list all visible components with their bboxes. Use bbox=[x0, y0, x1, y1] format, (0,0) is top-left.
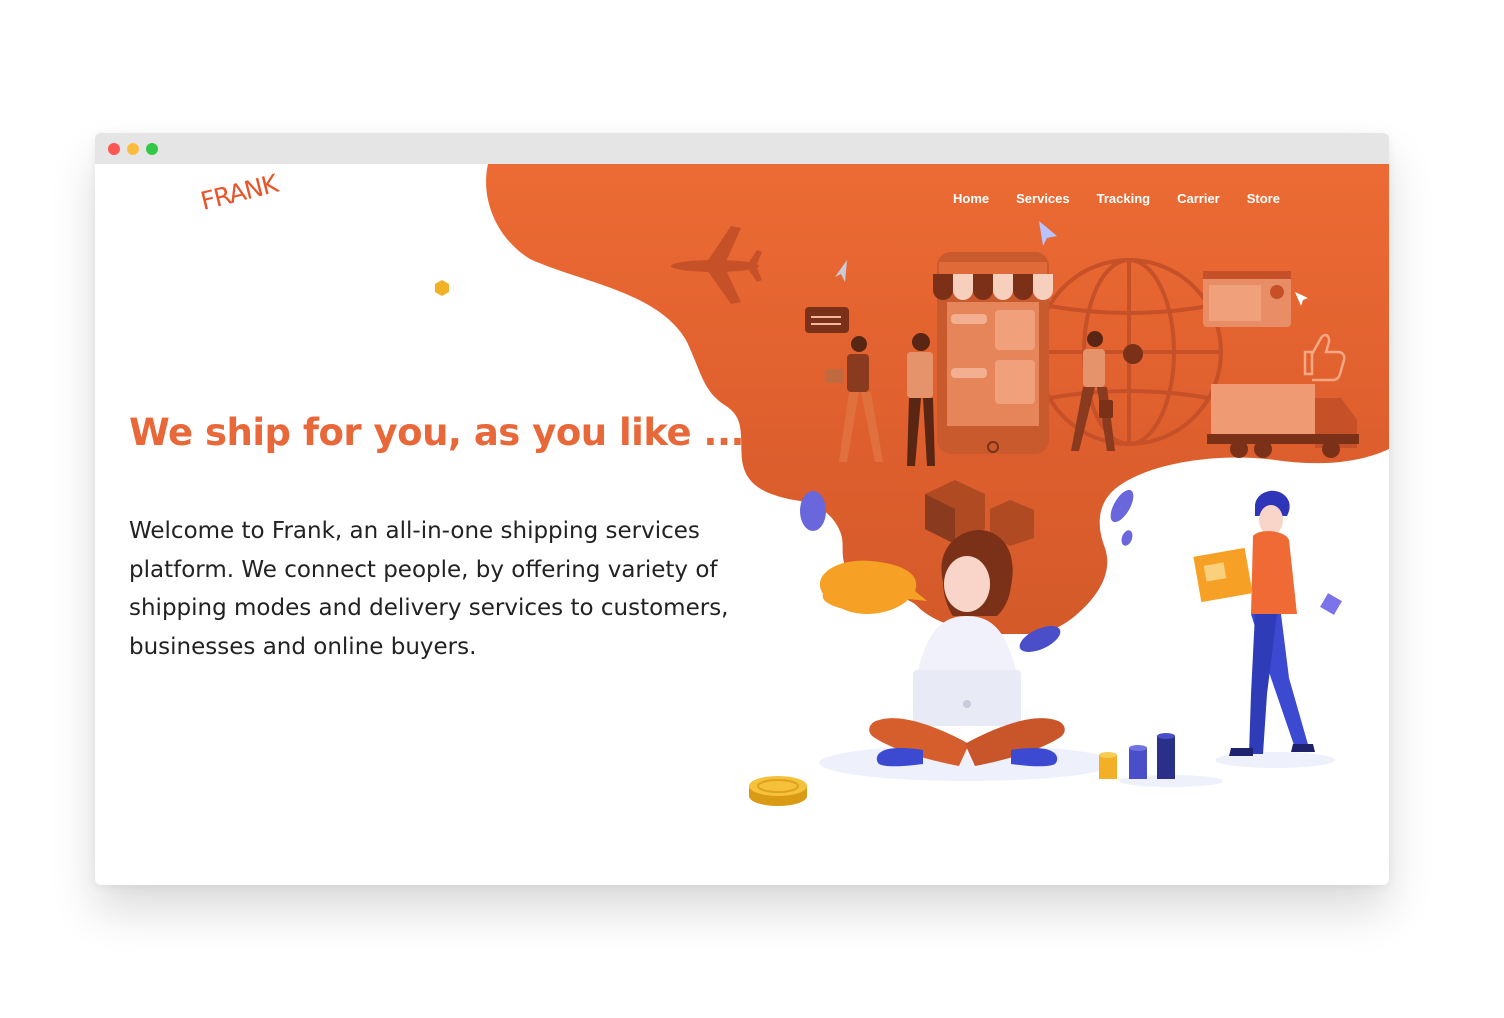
minimize-window-button[interactable] bbox=[127, 143, 139, 155]
storefront-phone bbox=[933, 252, 1053, 454]
nav-item-tracking[interactable]: Tracking bbox=[1097, 191, 1150, 206]
browser-window: FRANK Home Services Tracking Carrier Sto… bbox=[95, 133, 1389, 885]
coin-icon bbox=[749, 776, 807, 806]
courier-man-with-box bbox=[1193, 490, 1335, 768]
purple-square-decoration bbox=[1320, 593, 1342, 615]
nav-item-services[interactable]: Services bbox=[1016, 191, 1070, 206]
page-content: FRANK Home Services Tracking Carrier Sto… bbox=[95, 164, 1389, 885]
window-titlebar bbox=[95, 133, 1389, 164]
hero-headline: We ship for you, as you like ... bbox=[129, 411, 745, 454]
purple-drop-decoration-3 bbox=[1121, 530, 1133, 546]
nav-item-carrier[interactable]: Carrier bbox=[1177, 191, 1220, 206]
yellow-hexagon-decoration bbox=[435, 280, 449, 296]
purple-drop-decoration bbox=[800, 491, 826, 531]
main-nav: Home Services Tracking Carrier Store bbox=[953, 191, 1280, 206]
nav-item-store[interactable]: Store bbox=[1247, 191, 1280, 206]
nav-item-home[interactable]: Home bbox=[953, 191, 989, 206]
stacked-cylinders bbox=[1099, 733, 1223, 787]
chat-bubble-icon bbox=[805, 307, 849, 333]
browser-window-icon bbox=[1203, 271, 1291, 327]
maximize-window-button[interactable] bbox=[146, 143, 158, 155]
close-window-button[interactable] bbox=[108, 143, 120, 155]
hero-intro-text: Welcome to Frank, an all-in-one shipping… bbox=[129, 518, 729, 660]
